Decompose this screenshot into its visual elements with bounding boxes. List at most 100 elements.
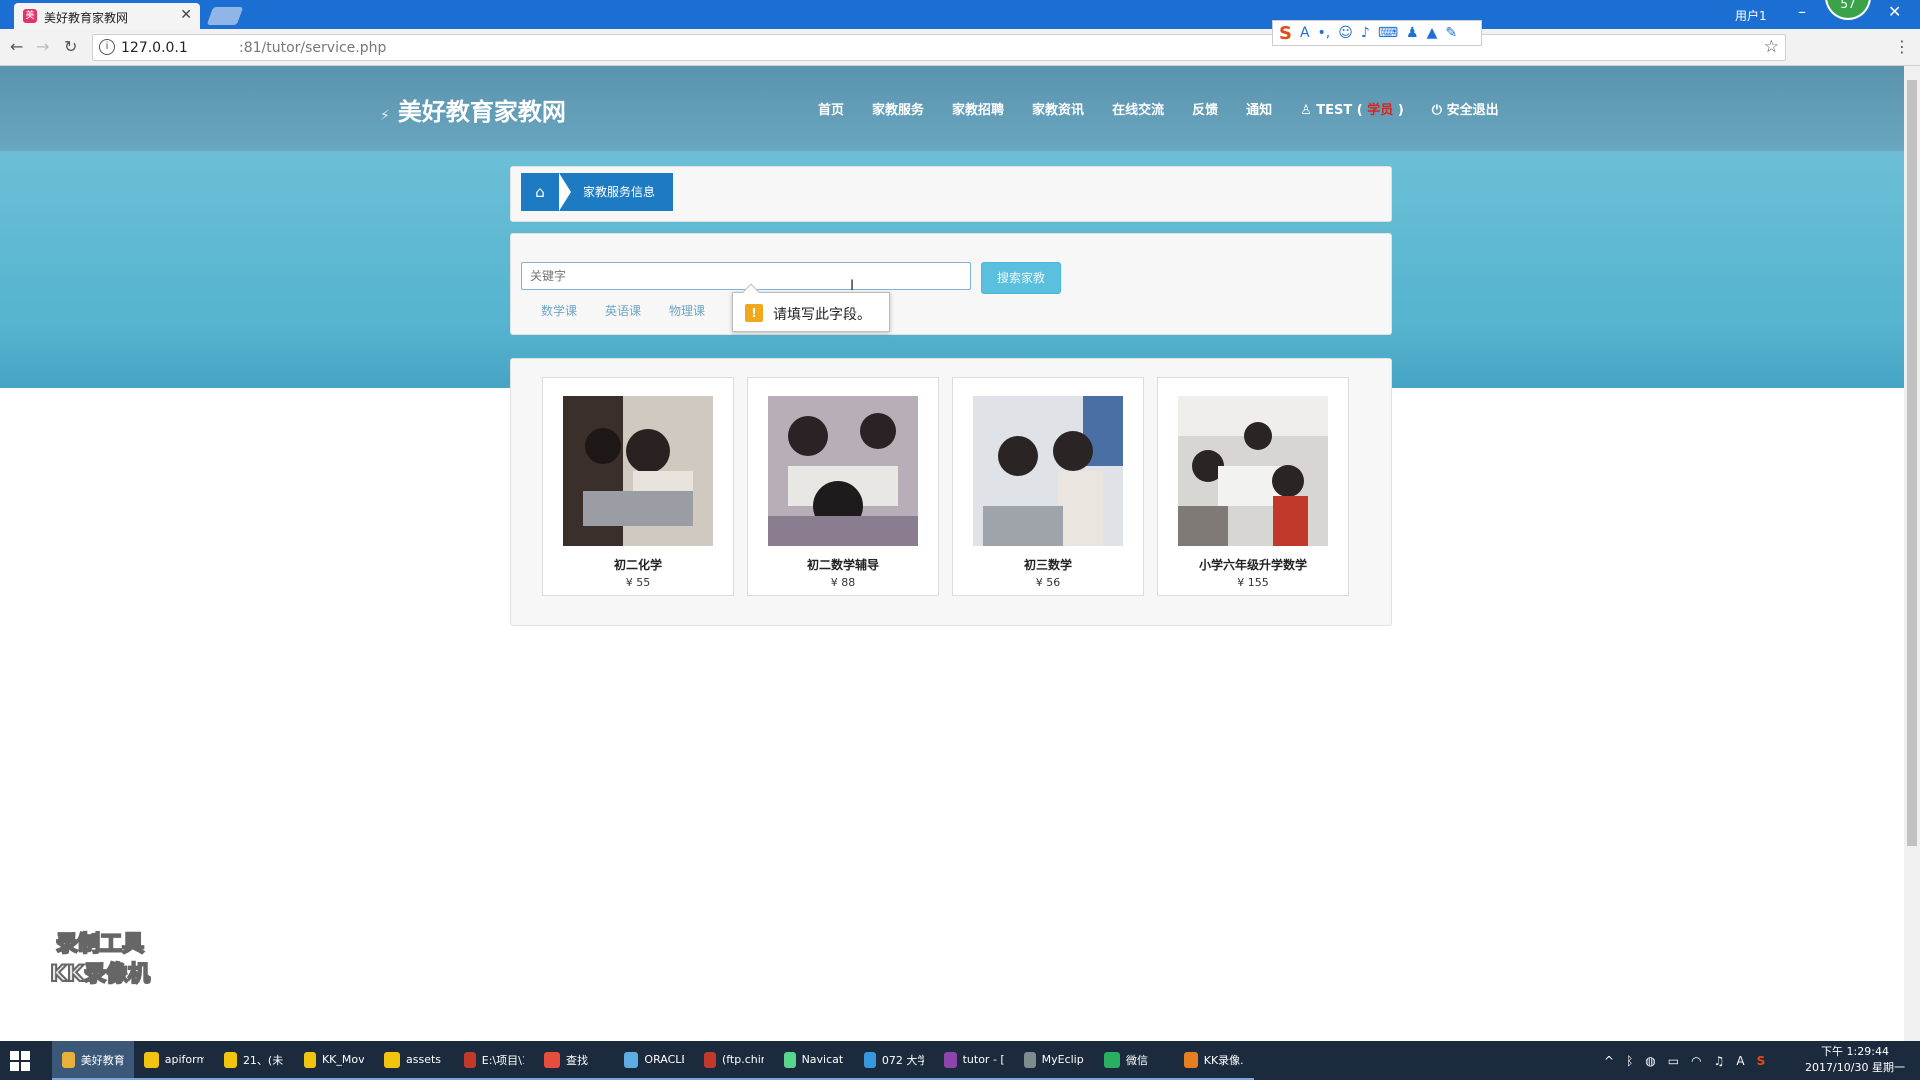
user-name: TEST xyxy=(1316,103,1353,118)
taskbar-item[interactable]: 微信 xyxy=(1094,1041,1174,1080)
ime-keyboard-icon[interactable]: ⌨ xyxy=(1378,25,1398,41)
back-arrow-icon[interactable]: ← xyxy=(10,37,23,56)
service-photo[interactable] xyxy=(768,396,918,546)
wifi-icon[interactable]: ◠ xyxy=(1691,1054,1701,1068)
ime-skin-icon[interactable]: ▲ xyxy=(1427,25,1438,41)
service-name: 初二化学 xyxy=(613,558,662,572)
nav-recruit[interactable]: 家教招聘 xyxy=(952,99,1004,118)
tag-math[interactable]: 数学课 xyxy=(541,302,577,319)
taskbar-item[interactable]: 美好教育... xyxy=(52,1041,134,1080)
subject-tags: 数学课 英语课 物理课 xyxy=(541,302,705,319)
taskbar-item[interactable]: tutor - [... xyxy=(934,1041,1014,1080)
home-icon[interactable]: ⌂ xyxy=(521,173,559,211)
nav-home[interactable]: 首页 xyxy=(818,99,844,118)
search-button[interactable]: 搜索家教 xyxy=(981,262,1061,294)
bluetooth-icon[interactable]: ᛒ xyxy=(1626,1054,1633,1068)
clock-time: 下午 1:29:44 xyxy=(1821,1045,1889,1058)
service-card[interactable]: 初二化学 ¥ 55 xyxy=(542,377,734,596)
address-bar[interactable]: i 127.0.0.1 :81/tutor/service.php ☆ xyxy=(92,34,1786,61)
ime-mic-icon[interactable]: ♪ xyxy=(1361,25,1370,41)
ime-settings-icon[interactable]: ✎ xyxy=(1445,25,1457,41)
volume-icon[interactable]: ♫ xyxy=(1714,1054,1725,1068)
validation-message: 请填写此字段。 xyxy=(773,307,871,323)
tag-english[interactable]: 英语课 xyxy=(605,302,641,319)
browser-tab[interactable]: 美 美好教育家教网 ✕ xyxy=(14,3,200,29)
ime-emoji-icon[interactable]: ☺ xyxy=(1338,25,1353,41)
site-logo-text: 美好教育家教网 xyxy=(397,98,566,126)
nav-logout[interactable]: ⏻ 安全退出 xyxy=(1432,99,1499,118)
ime-mode-icon[interactable]: A xyxy=(1736,1054,1744,1068)
service-photo[interactable] xyxy=(973,396,1123,546)
ime-toolbar[interactable]: S A •, ☺ ♪ ⌨ ♟ ▲ ✎ xyxy=(1272,20,1482,46)
ime-user-icon[interactable]: ♟ xyxy=(1406,25,1419,41)
taskbar-item[interactable]: apiform xyxy=(134,1041,214,1080)
taskbar-app-icon xyxy=(1104,1051,1120,1068)
taskbar-app-icon xyxy=(704,1051,716,1068)
nav-news[interactable]: 家教资讯 xyxy=(1032,99,1084,118)
nav-service[interactable]: 家教服务 xyxy=(872,99,924,118)
taskbar-item[interactable]: 查找 xyxy=(534,1041,614,1080)
tab-close-icon[interactable]: ✕ xyxy=(180,7,192,23)
taskbar-app-icon xyxy=(784,1051,796,1068)
taskbar-item[interactable]: 21、(未... xyxy=(214,1041,294,1080)
taskbar-item-label: ORACLE xyxy=(644,1053,684,1066)
taskbar-item[interactable]: E:\项目\1... xyxy=(454,1041,534,1080)
nav-notice[interactable]: 通知 xyxy=(1246,99,1272,118)
forward-arrow-icon[interactable]: → xyxy=(36,37,49,56)
ime-font-icon[interactable]: A xyxy=(1300,25,1310,41)
browser-user-label[interactable]: 用户1 xyxy=(1735,7,1767,24)
service-name: 初二数学辅导 xyxy=(806,558,879,572)
service-card[interactable]: 初二数学辅导 ¥ 88 xyxy=(747,377,939,596)
nav-user[interactable]: ♙ TEST ( 学员 ) xyxy=(1300,99,1404,118)
taskbar-item-label: 21、(未... xyxy=(242,1053,284,1067)
ime-punct-icon[interactable]: •, xyxy=(1318,25,1331,41)
taskbar-item-label: MyEclips... xyxy=(1041,1053,1084,1066)
service-price: ¥ 155 xyxy=(1237,576,1269,589)
site-logo[interactable]: ⚡ 美好教育家教网 xyxy=(380,92,566,127)
breadcrumb-current[interactable]: 家教服务信息 xyxy=(559,173,673,211)
system-tray: ^ ᛒ ◍ ▭ ◠ ♫ A S xyxy=(1604,1041,1765,1080)
notification-badge[interactable]: 57 xyxy=(1825,0,1871,20)
tray-app-icon[interactable]: ◍ xyxy=(1645,1054,1655,1068)
search-input[interactable] xyxy=(521,262,971,290)
tray-expand-icon[interactable]: ^ xyxy=(1604,1054,1614,1068)
taskbar-item[interactable]: KK录像... xyxy=(1174,1041,1254,1080)
search-panel: 搜索家教 数学课 英语课 物理课 xyxy=(510,233,1392,335)
sogou-tray-icon[interactable]: S xyxy=(1757,1054,1766,1068)
service-card[interactable]: 初三数学 ¥ 56 xyxy=(952,377,1144,596)
service-photo[interactable] xyxy=(1178,396,1328,546)
tag-physics[interactable]: 物理课 xyxy=(669,302,705,319)
taskbar-clock[interactable]: 下午 1:29:44 2017/10/30 星期一 xyxy=(1800,1044,1910,1076)
page-scrollbar[interactable] xyxy=(1904,66,1920,1041)
service-photo[interactable] xyxy=(563,396,713,546)
taskbar-item[interactable]: MyEclips... xyxy=(1014,1041,1094,1080)
taskbar-app-icon xyxy=(1024,1051,1036,1068)
site-favicon-icon: 美 xyxy=(23,9,37,23)
taskbar-item[interactable]: Navicat f... xyxy=(774,1041,854,1080)
reload-icon[interactable]: ↻ xyxy=(64,37,77,56)
minimize-icon[interactable]: – xyxy=(1798,2,1806,21)
browser-menu-icon[interactable]: ⋮ xyxy=(1894,37,1910,56)
power-icon: ⏻ xyxy=(1431,103,1447,118)
taskbar-item[interactable]: 072 大学... xyxy=(854,1041,934,1080)
nav-chat[interactable]: 在线交流 xyxy=(1112,99,1164,118)
nav-feedback[interactable]: 反馈 xyxy=(1192,99,1218,118)
taskbar-app-icon xyxy=(944,1051,957,1068)
watermark-line2: KK录像机 xyxy=(49,961,151,988)
bookmark-star-icon[interactable]: ☆ xyxy=(1764,37,1779,57)
site-info-icon[interactable]: i xyxy=(99,39,115,55)
taskbar-item[interactable]: KK_Movi... xyxy=(294,1041,374,1080)
taskbar-app-icon xyxy=(544,1051,560,1068)
taskbar-item[interactable]: assets xyxy=(374,1041,454,1080)
sogou-logo-icon[interactable]: S xyxy=(1279,23,1292,44)
scrollbar-thumb[interactable] xyxy=(1907,80,1917,846)
battery-icon[interactable]: ▭ xyxy=(1668,1054,1679,1068)
user-role: 学员 xyxy=(1367,103,1394,118)
service-card[interactable]: 小学六年级升学数学 ¥ 155 xyxy=(1157,377,1349,596)
close-window-icon[interactable]: ✕ xyxy=(1888,2,1901,21)
new-tab-button[interactable] xyxy=(206,7,244,25)
taskbar-item[interactable]: ORACLE xyxy=(614,1041,694,1080)
taskbar-item[interactable]: (ftp.chin... xyxy=(694,1041,774,1080)
url-path: :81/tutor/service.php xyxy=(239,40,387,56)
windows-start-icon[interactable] xyxy=(10,1051,30,1071)
